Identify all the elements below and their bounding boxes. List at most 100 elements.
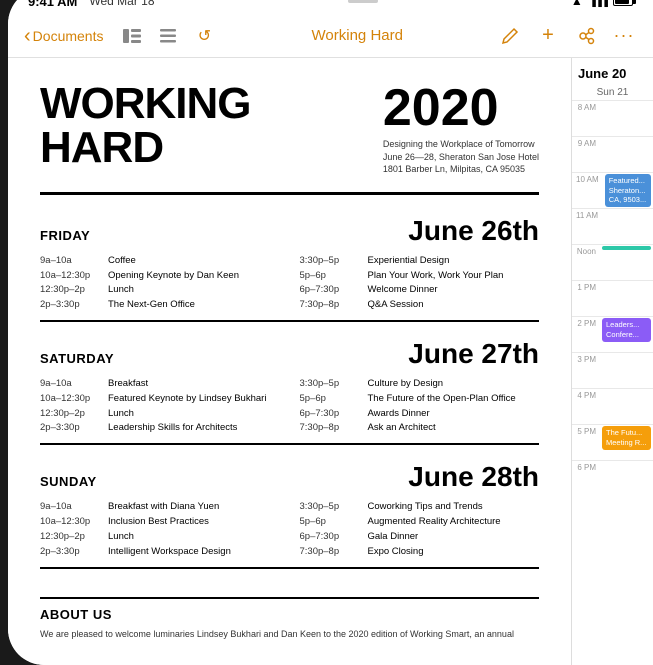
calendar-event[interactable] xyxy=(602,246,651,250)
day-section: SATURDAYJune 27th9a–10aBreakfast10a–12:3… xyxy=(40,338,539,445)
schedule-left-col: 9a–10aBreakfast with Diana Yuen10a–12:30… xyxy=(40,501,280,558)
sidebar-toggle-icon[interactable] xyxy=(119,23,145,49)
time-label: 2 PM xyxy=(572,317,600,330)
schedule-item: 9a–10a Breakfast with Diana Yuen xyxy=(40,501,280,514)
sched-desc: Awards Dinner xyxy=(368,408,430,421)
sched-desc: Breakfast xyxy=(108,378,148,391)
day-date: June 26th xyxy=(408,215,539,247)
sched-time: 9a–10a xyxy=(40,255,100,268)
time-label: 9 AM xyxy=(572,137,600,150)
sched-time: 2p–3:30p xyxy=(40,422,100,435)
sched-desc: Gala Dinner xyxy=(368,531,419,544)
history-icon[interactable]: ↺ xyxy=(191,23,217,49)
time-slot: 8 AM xyxy=(572,100,653,136)
sched-desc: Coffee xyxy=(108,255,136,268)
time-slot: Noon xyxy=(572,244,653,280)
time-slot: 6 PM xyxy=(572,460,653,496)
day-section: FRIDAY June 26th 9a–10a Coffee 10a–12:30pOpe… xyxy=(40,215,539,322)
calendar-event[interactable]: The Futu... Meeting R... xyxy=(602,426,651,450)
day-row: SUNDAY June 28th xyxy=(40,461,539,493)
schedule-item: 7:30p–8pQ&A Session xyxy=(300,299,540,312)
time-label: 5 PM xyxy=(572,425,600,438)
schedule-item: 6p–7:30p Awards Dinner xyxy=(300,408,540,421)
doc-header: WORKING HARD 2020 Designing the Workplac… xyxy=(40,82,539,195)
time-slot: 2 PMLeaders... Confere... xyxy=(572,316,653,352)
schedule-item: 12:30p–2pLunch xyxy=(40,284,280,297)
schedule-item: 5p–6p Plan Your Work, Work Your Plan xyxy=(300,270,540,283)
schedule-item: 12:30p–2pLunch xyxy=(40,408,280,421)
calendar-day-label: Sun 21 xyxy=(572,85,653,100)
about-section: ABOUT US We are pleased to welcome lumin… xyxy=(40,585,539,642)
calendar-sidebar: June 20 Sun 21 8 AM9 AM10 AMFeatured... … xyxy=(571,58,653,665)
status-icons: ▲ ▐▐▐ xyxy=(571,0,633,8)
day-name: SATURDAY xyxy=(40,351,114,366)
main-content: WORKING HARD 2020 Designing the Workplac… xyxy=(8,58,653,665)
sched-time: 7:30p–8p xyxy=(300,546,360,559)
time-slot: 1 PM xyxy=(572,280,653,316)
documents-back-label: Documents xyxy=(33,28,104,44)
pen-icon[interactable] xyxy=(497,23,523,49)
sched-desc: Inclusion Best Practices xyxy=(108,516,209,529)
sched-time: 6p–7:30p xyxy=(300,408,360,421)
sched-desc: The Next-Gen Office xyxy=(108,299,195,312)
sched-time: 2p–3:30p xyxy=(40,546,100,559)
schedule-item: 10a–12:30pFeatured Keynote by Lindsey Bu… xyxy=(40,393,280,406)
schedule-item: 7:30p–8pAsk an Architect xyxy=(300,422,540,435)
sched-desc: The Future of the Open-Plan Office xyxy=(368,393,516,406)
toolbar-right-icons: + ··· xyxy=(497,23,637,49)
list-view-icon[interactable] xyxy=(155,23,181,49)
calendar-events: 8 AM9 AM10 AMFeatured... Sheraton... CA,… xyxy=(572,100,653,665)
calendar-event[interactable]: Featured... Sheraton... CA, 9503... xyxy=(605,174,651,207)
schedule-grid: 9a–10aBreakfast10a–12:30pFeatured Keynot… xyxy=(40,378,539,435)
schedule-grid: 9a–10aBreakfast with Diana Yuen10a–12:30… xyxy=(40,501,539,558)
sched-desc: Lunch xyxy=(108,531,134,544)
time-label: 4 PM xyxy=(572,389,600,402)
day-name: SUNDAY xyxy=(40,474,97,489)
time-slot: 5 PMThe Futu... Meeting R... xyxy=(572,424,653,460)
schedule-item: 2p–3:30pThe Next-Gen Office xyxy=(40,299,280,312)
more-icon[interactable]: ··· xyxy=(611,23,637,49)
schedule-left-col: 9a–10a Coffee 10a–12:30pOpening Keynote by… xyxy=(40,255,280,312)
doc-subtitle: Designing the Workplace of Tomorrow June… xyxy=(383,138,539,176)
sched-desc: Lunch xyxy=(108,408,134,421)
schedule-right-col: 3:30p–5pExperiential Design 5p–6p Plan You… xyxy=(300,255,540,312)
sched-time: 5p–6p xyxy=(300,270,360,283)
doc-main-title: WORKING HARD xyxy=(40,82,251,170)
share-icon[interactable] xyxy=(573,23,599,49)
sched-desc: Welcome Dinner xyxy=(368,284,438,297)
calendar-event[interactable]: Leaders... Confere... xyxy=(602,318,651,342)
sched-time: 7:30p–8p xyxy=(300,422,360,435)
sched-time: 12:30p–2p xyxy=(40,284,100,297)
sched-time: 10a–12:30p xyxy=(40,393,100,406)
sched-time: 9a–10a xyxy=(40,501,100,514)
day-name: FRIDAY xyxy=(40,228,90,243)
about-title: ABOUT US xyxy=(40,597,539,622)
sched-time: 12:30p–2p xyxy=(40,531,100,544)
sched-desc: Plan Your Work, Work Your Plan xyxy=(368,270,504,283)
sched-time: 3:30p–5p xyxy=(300,501,360,514)
schedule-item: 9a–10a Coffee xyxy=(40,255,280,268)
schedule-item: 5p–6p The Future of the Open-Plan Office xyxy=(300,393,540,406)
schedule-right-col: 3:30p–5p Coworking Tips and Trends 5p–6p Au… xyxy=(300,501,540,558)
sched-desc: Augmented Reality Architecture xyxy=(368,516,501,529)
schedule-item: 10a–12:30pOpening Keynote by Dan Keen xyxy=(40,270,280,283)
sched-desc: Intelligent Workspace Design xyxy=(108,546,231,559)
document-area[interactable]: WORKING HARD 2020 Designing the Workplac… xyxy=(8,58,571,665)
day-row: SATURDAYJune 27th xyxy=(40,338,539,370)
schedule-item: 2p–3:30pLeadership Skills for Architects xyxy=(40,422,280,435)
schedule-grid: 9a–10a Coffee 10a–12:30pOpening Keynote by… xyxy=(40,255,539,312)
sched-time: 5p–6p xyxy=(300,393,360,406)
status-time: 9:41 AM xyxy=(28,0,77,9)
day-date: June 28th xyxy=(408,461,539,493)
sched-time: 5p–6p xyxy=(300,516,360,529)
add-button[interactable]: + xyxy=(535,23,561,49)
sched-desc: Breakfast with Diana Yuen xyxy=(108,501,219,514)
time-label: 8 AM xyxy=(572,101,600,114)
time-slot: 11 AM xyxy=(572,208,653,244)
back-button[interactable]: Documents xyxy=(24,26,103,46)
wifi-icon: ▲ xyxy=(571,0,583,8)
sched-desc: Coworking Tips and Trends xyxy=(368,501,483,514)
schedule-item: 3:30p–5pExperiential Design xyxy=(300,255,540,268)
sched-desc: Experiential Design xyxy=(368,255,450,268)
time-slot: 4 PM xyxy=(572,388,653,424)
